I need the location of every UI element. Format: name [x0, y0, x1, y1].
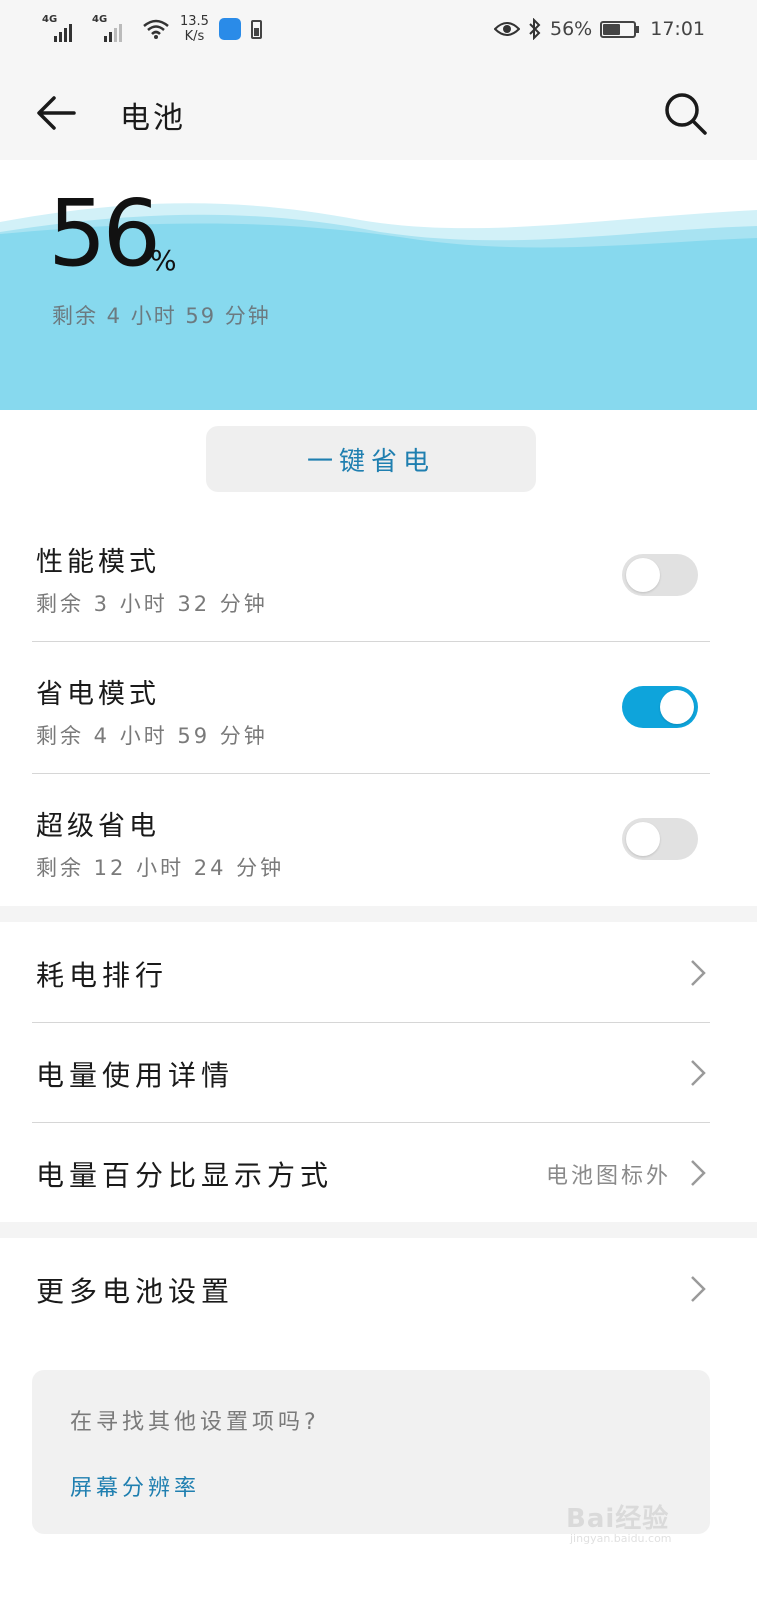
- list-label: 耗电排行: [36, 959, 169, 992]
- percent-sign: %: [150, 244, 177, 277]
- battery-info-section: 耗电排行 电量使用详情 电量百分比显示方式 电池图标外: [0, 922, 757, 1222]
- power-modes-section: 一键省电 性能模式 剩余 3 小时 32 分钟 省电模式 剩余 4 小时 59 …: [0, 410, 757, 906]
- battery-percent: 56%: [550, 18, 593, 40]
- power-consumption-ranking-row[interactable]: 耗电排行: [0, 922, 757, 1022]
- ultra-power-saving-toggle[interactable]: [622, 818, 698, 860]
- battery-usage-details-row[interactable]: 电量使用详情: [0, 1022, 757, 1122]
- wifi-icon: [143, 19, 169, 39]
- chevron-right-icon: [691, 960, 706, 986]
- baidu-watermark: Bai经验 jingyan.baidu.com: [566, 1488, 736, 1548]
- list-value: 电池图标外: [545, 1164, 671, 1189]
- app-bar: 电池: [0, 66, 757, 160]
- watermark-domain: jingyan.baidu.com: [570, 1532, 672, 1545]
- screen-resolution-link[interactable]: 屏幕分辨率: [70, 1470, 200, 1502]
- list-label: 电量使用详情: [36, 1059, 235, 1092]
- search-icon[interactable]: [660, 88, 710, 138]
- status-bar: 4G 4G 13.5 K/s 56% 17:01: [0, 0, 757, 66]
- battery-remaining-time: 剩余 4 小时 59 分钟: [52, 304, 271, 328]
- battery-percent-large: 56: [48, 180, 161, 287]
- performance-mode-row[interactable]: 性能模式 剩余 3 小时 32 分钟: [0, 510, 757, 642]
- battery-hero: 56 % 剩余 4 小时 59 分钟: [0, 160, 757, 410]
- ultra-power-saving-row[interactable]: 超级省电 剩余 12 小时 24 分钟: [0, 774, 757, 906]
- power-saving-mode-toggle[interactable]: [622, 686, 698, 728]
- bluetooth-icon: [529, 18, 541, 40]
- status-bar-right: 56% 17:01: [494, 18, 705, 40]
- mode-title: 超级省电: [36, 811, 160, 842]
- watermark-brand: Bai经验: [566, 1504, 670, 1534]
- mode-subtitle: 剩余 3 小时 32 分钟: [36, 592, 268, 616]
- suggestion-question: 在寻找其他设置项吗?: [70, 1410, 320, 1435]
- one-tap-save-button[interactable]: 一键省电: [206, 426, 536, 492]
- more-battery-settings-row[interactable]: 更多电池设置: [0, 1238, 757, 1338]
- eye-comfort-icon: [494, 22, 520, 36]
- power-saving-mode-row[interactable]: 省电模式 剩余 4 小时 59 分钟: [0, 642, 757, 774]
- status-bar-left: 4G 4G 13.5 K/s: [42, 14, 262, 44]
- battery-saver-icon: [250, 19, 262, 39]
- mode-title: 性能模式: [36, 547, 160, 578]
- network-speed-unit: K/s: [184, 29, 205, 44]
- performance-mode-toggle[interactable]: [622, 554, 698, 596]
- chevron-right-icon: [691, 1160, 706, 1186]
- battery-icon: [600, 20, 640, 38]
- toggle-knob: [626, 558, 660, 592]
- back-arrow-icon[interactable]: [34, 90, 80, 136]
- toggle-knob: [626, 822, 660, 856]
- clock: 17:01: [650, 18, 705, 40]
- chevron-right-icon: [691, 1060, 706, 1086]
- list-label: 电量百分比显示方式: [36, 1159, 334, 1192]
- list-label: 更多电池设置: [36, 1275, 235, 1308]
- mode-subtitle: 剩余 12 小时 24 分钟: [36, 856, 285, 880]
- battery-level-fill: [603, 23, 621, 35]
- app-notification-icon: [218, 18, 241, 40]
- mode-subtitle: 剩余 4 小时 59 分钟: [36, 724, 268, 748]
- mode-title: 省电模式: [36, 679, 160, 710]
- network-speed-value: 13.5: [180, 14, 209, 29]
- network-speed: 13.5 K/s: [180, 14, 209, 44]
- chevron-right-icon: [691, 1276, 706, 1302]
- page-title: 电池: [120, 101, 186, 136]
- toggle-knob: [660, 690, 694, 724]
- battery-percentage-display-row[interactable]: 电量百分比显示方式 电池图标外: [0, 1122, 757, 1222]
- signal-icon: 4G: [92, 14, 132, 44]
- signal-icon: 4G: [42, 14, 82, 44]
